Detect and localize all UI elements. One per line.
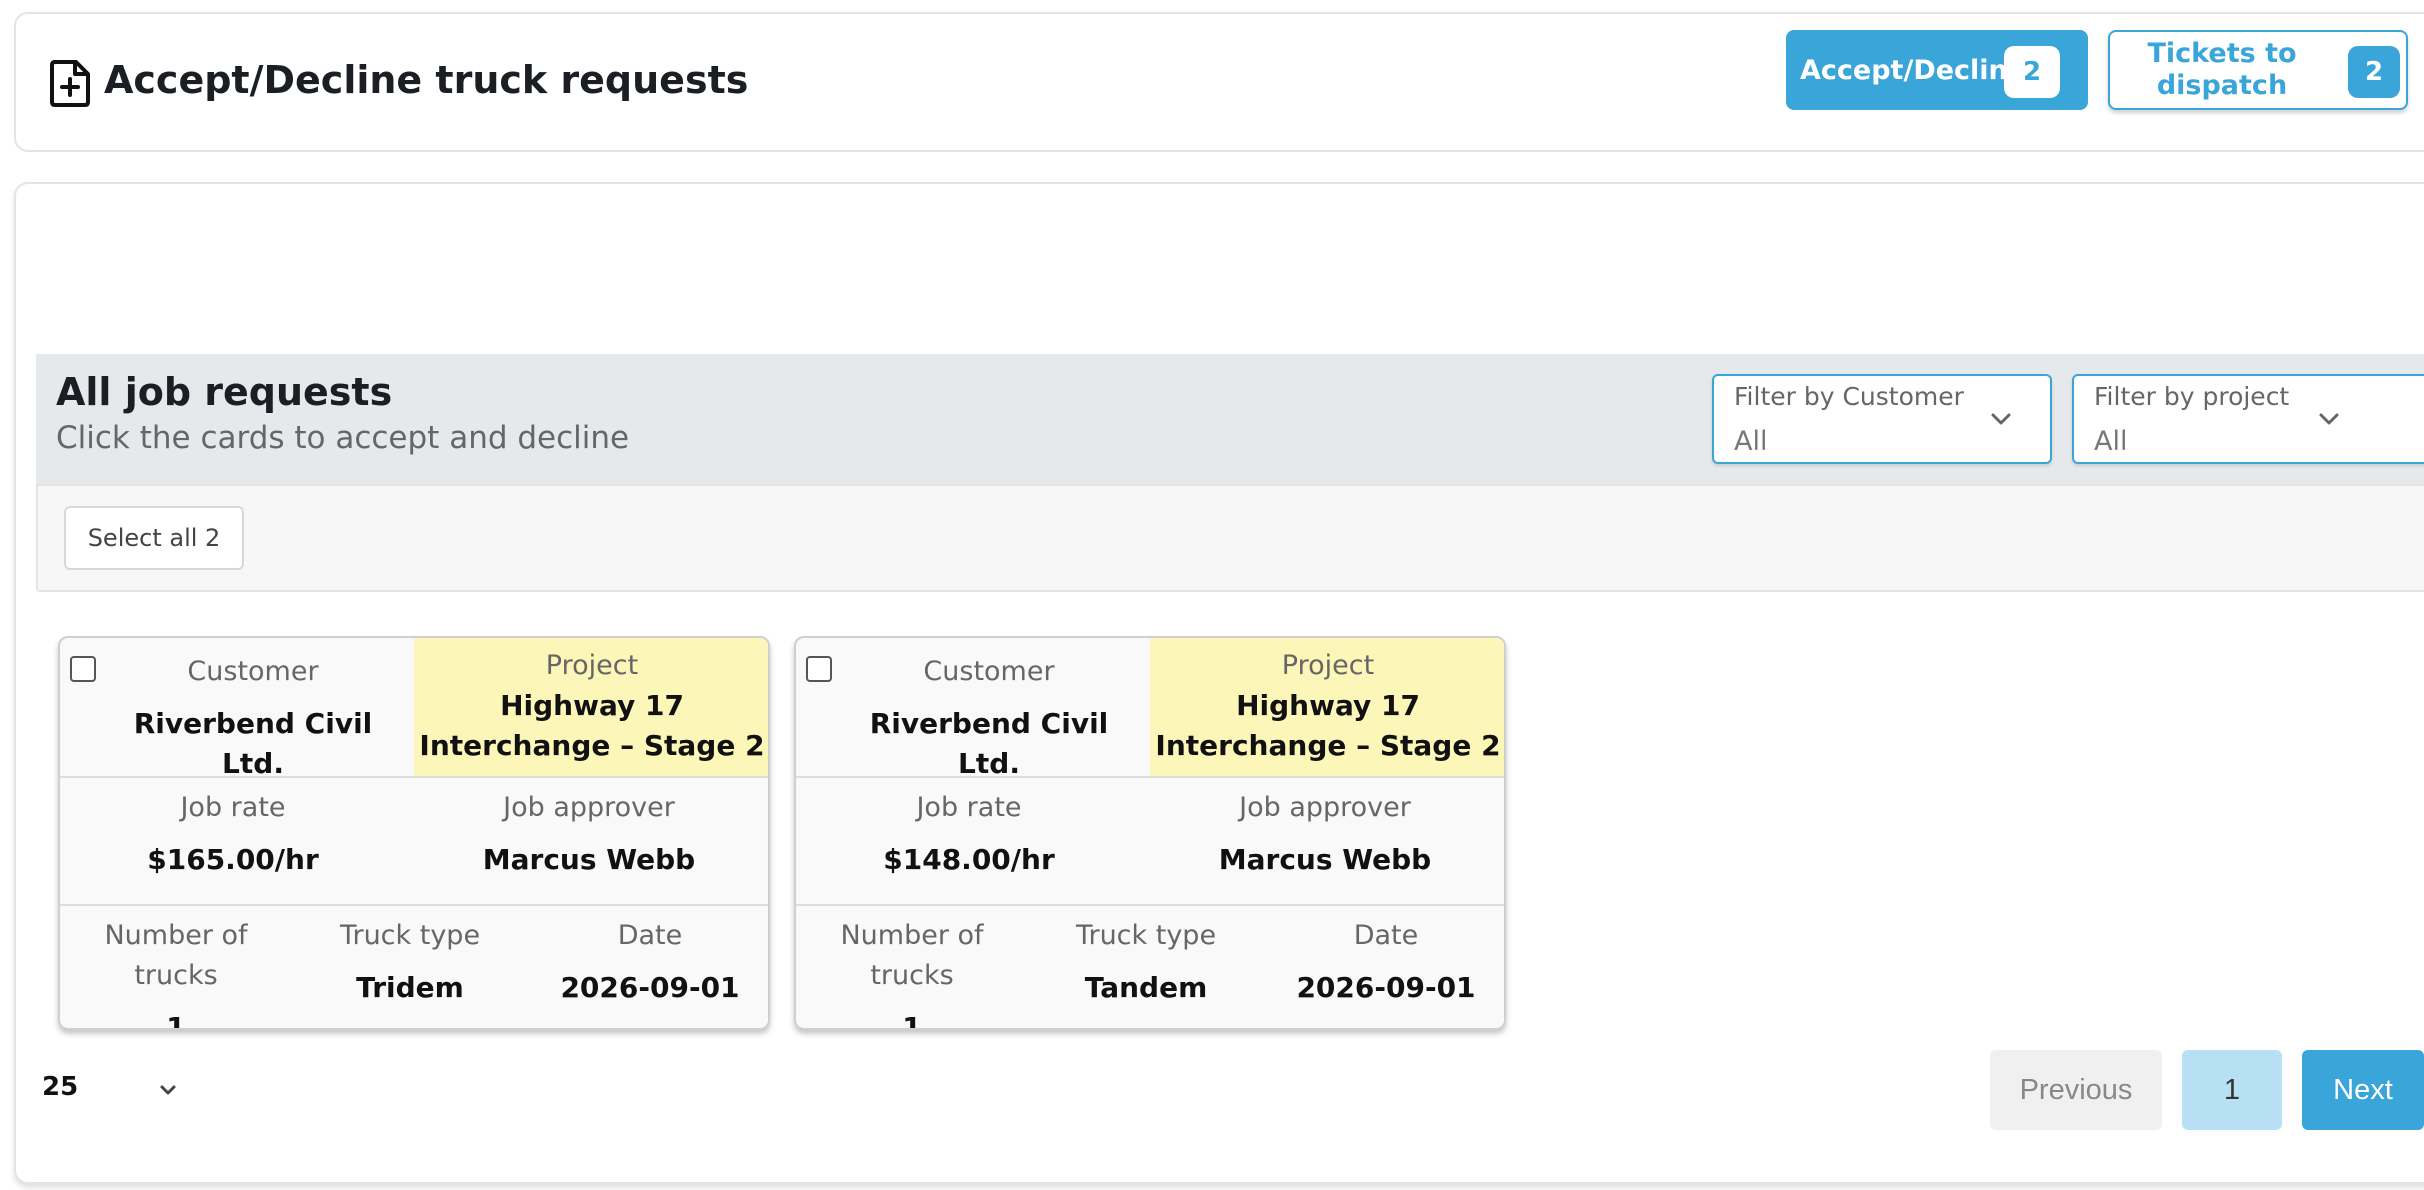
accept-decline-tab-button[interactable]: Accept/Decline 2 (1786, 30, 2088, 110)
card-row-trucks-date: Number of trucks 1 Truck type Tandem Dat… (796, 906, 1504, 1030)
customer-cell: Customer Riverbend Civil Ltd. (100, 652, 406, 784)
job-rate-cell: Job rate $165.00/hr (60, 788, 406, 880)
job-approver-value: Marcus Webb (482, 843, 696, 876)
number-of-trucks-label: Number of trucks (840, 920, 984, 991)
number-of-trucks-cell: Number of trucks 1 (796, 916, 1028, 1030)
number-of-trucks-value: 1 (902, 1011, 922, 1030)
tickets-to-dispatch-label: Tickets to dispatch (2147, 38, 2297, 101)
job-request-card[interactable]: Customer Riverbend Civil Ltd. Project Hi… (58, 636, 770, 1030)
customer-label: Customer (923, 656, 1055, 687)
project-value: Highway 17 Interchange – Stage 2 (419, 689, 765, 762)
card-row-customer-project: Customer Riverbend Civil Ltd. Project Hi… (60, 638, 768, 780)
date-value: 2026-09-01 (1296, 971, 1476, 1004)
customer-cell: Customer Riverbend Civil Ltd. (836, 652, 1142, 784)
filter-project-value: All (2094, 426, 2128, 457)
project-value: Highway 17 Interchange – Stage 2 (1155, 689, 1501, 762)
select-all-button[interactable]: Select all 2 (64, 506, 244, 570)
truck-type-cell: Truck type Tandem (1028, 916, 1264, 1008)
date-cell: Date 2026-09-01 (1264, 916, 1504, 1008)
job-requests-header: All job requests Click the cards to acce… (36, 354, 2424, 484)
truck-type-cell: Truck type Tridem (292, 916, 528, 1008)
project-cell: Project Highway 17 Interchange – Stage 2 (414, 638, 768, 776)
filter-by-customer-select[interactable]: Filter by Customer All (1712, 374, 2052, 464)
job-approver-value: Marcus Webb (1218, 843, 1432, 876)
filter-project-label: Filter by project (2094, 382, 2290, 411)
card-row-customer-project: Customer Riverbend Civil Ltd. Project Hi… (796, 638, 1504, 780)
date-value: 2026-09-01 (560, 971, 740, 1004)
tickets-to-dispatch-tab-button[interactable]: Tickets to dispatch 2 (2108, 30, 2408, 110)
page-title: Accept/Decline truck requests (104, 58, 749, 102)
card-row-trucks-date: Number of trucks 1 Truck type Tridem Dat… (60, 906, 768, 1030)
date-cell: Date 2026-09-01 (528, 916, 768, 1008)
card-row-rate-approver: Job rate $165.00/hr Job approver Marcus … (60, 778, 768, 906)
card-row-rate-approver: Job rate $148.00/hr Job approver Marcus … (796, 778, 1504, 906)
number-of-trucks-label: Number of trucks (104, 920, 248, 991)
customer-label: Customer (187, 656, 319, 687)
project-label: Project (1281, 650, 1375, 681)
truck-type-label: Truck type (1075, 920, 1217, 951)
file-plus-icon (50, 60, 90, 107)
job-approver-label: Job approver (503, 792, 675, 823)
job-rate-value: $165.00/hr (147, 843, 319, 876)
truck-type-value: Tridem (356, 971, 464, 1004)
job-rate-label: Job rate (916, 792, 1022, 823)
chevron-down-icon (1991, 413, 2011, 425)
chevron-down-icon (2319, 413, 2339, 425)
job-approver-cell: Job approver Marcus Webb (406, 788, 768, 880)
truck-type-label: Truck type (339, 920, 481, 951)
date-label: Date (1353, 920, 1419, 951)
customer-value: Riverbend Civil Ltd. (869, 707, 1109, 780)
next-page-button[interactable]: Next (2302, 1050, 2424, 1130)
filter-customer-label: Filter by Customer (1734, 382, 1964, 411)
previous-page-button[interactable]: Previous (1990, 1050, 2162, 1130)
project-label: Project (545, 650, 639, 681)
section-title: All job requests (56, 370, 393, 414)
chevron-down-icon (160, 1085, 176, 1095)
card-checkbox[interactable] (70, 656, 96, 682)
date-label: Date (617, 920, 683, 951)
number-of-trucks-value: 1 (166, 1011, 186, 1030)
number-of-trucks-cell: Number of trucks 1 (60, 916, 292, 1030)
job-rate-cell: Job rate $148.00/hr (796, 788, 1142, 880)
bulk-select-bar: Select all 2 (36, 484, 2424, 592)
accept-decline-count-badge: 2 (2004, 46, 2060, 98)
card-checkbox[interactable] (806, 656, 832, 682)
tickets-to-dispatch-count-badge: 2 (2348, 46, 2400, 98)
job-approver-cell: Job approver Marcus Webb (1142, 788, 1504, 880)
job-rate-label: Job rate (180, 792, 286, 823)
job-rate-value: $148.00/hr (883, 843, 1055, 876)
job-request-card[interactable]: Customer Riverbend Civil Ltd. Project Hi… (794, 636, 1506, 1030)
filter-by-project-select[interactable]: Filter by project All (2072, 374, 2424, 464)
page-size-value: 25 (42, 1072, 79, 1102)
section-subtitle: Click the cards to accept and decline (56, 420, 630, 456)
customer-value: Riverbend Civil Ltd. (133, 707, 373, 780)
page-size-select[interactable]: 25 (42, 1068, 192, 1108)
filter-customer-value: All (1734, 426, 1768, 457)
job-approver-label: Job approver (1239, 792, 1411, 823)
page-number-button[interactable]: 1 (2182, 1050, 2282, 1130)
truck-type-value: Tandem (1084, 971, 1208, 1004)
accept-decline-label: Accept/Decline (1800, 54, 2027, 86)
project-cell: Project Highway 17 Interchange – Stage 2 (1150, 638, 1504, 776)
